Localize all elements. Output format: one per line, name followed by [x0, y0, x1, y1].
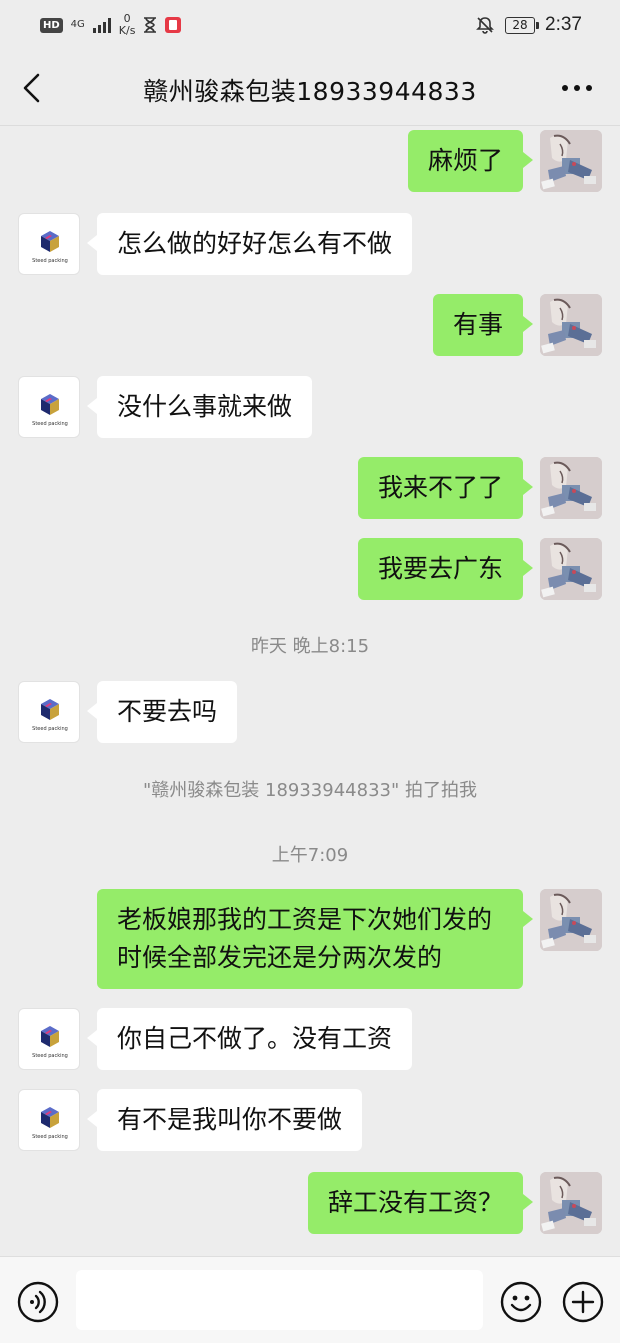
- chat-title: 赣州骏森包装18933944833: [143, 77, 477, 106]
- input-bar: [0, 1256, 620, 1343]
- contact-avatar[interactable]: Steed packing: [18, 1008, 80, 1070]
- steed-packing-logo-icon: Steed packing: [32, 394, 68, 427]
- svg-text:Steed packing: Steed packing: [32, 1134, 68, 1140]
- user-avatar-icon: [540, 1172, 602, 1234]
- my-avatar[interactable]: [540, 889, 602, 951]
- svg-text:Steed packing: Steed packing: [32, 258, 68, 264]
- hd-badge: HD: [40, 17, 63, 33]
- network-indicator: 4G: [71, 20, 85, 30]
- svg-text:Steed packing: Steed packing: [32, 726, 68, 732]
- user-avatar-icon: [540, 538, 602, 600]
- more-dots-icon: [562, 85, 568, 91]
- steed-packing-logo-icon: Steed packing: [32, 1026, 68, 1059]
- system-text: 上午7:09: [271, 845, 349, 866]
- message-input[interactable]: [76, 1270, 483, 1330]
- my-avatar[interactable]: [540, 294, 602, 356]
- contact-avatar[interactable]: Steed packing: [18, 681, 80, 743]
- message-bubble[interactable]: 麻烦了: [407, 130, 534, 192]
- chat-area[interactable]: 麻烦了 Steed packing 怎么做的好好怎么有不做 有事 Steed packi…: [0, 126, 620, 1256]
- message-bubble[interactable]: 辞工没有工资？: [307, 1172, 534, 1234]
- speed-unit: K/s: [118, 24, 136, 37]
- network-type: 4G: [70, 19, 85, 30]
- system-text: 昨天 晚上8:15: [250, 636, 370, 657]
- clock: 2:37: [545, 14, 582, 35]
- battery-icon: 28: [505, 16, 540, 34]
- message-bubble[interactable]: 不要去吗: [86, 681, 238, 743]
- user-avatar-icon: [540, 294, 602, 356]
- contact-avatar[interactable]: Steed packing: [18, 1089, 80, 1151]
- steed-packing-logo-icon: Steed packing: [32, 231, 68, 264]
- voice-icon: [17, 1281, 59, 1323]
- message-bubble[interactable]: 没什么事就来做: [86, 376, 313, 438]
- signal-icon: [92, 17, 111, 33]
- svg-text:Steed packing: Steed packing: [32, 1053, 68, 1059]
- user-avatar-icon: [540, 457, 602, 519]
- user-avatar-icon: [540, 130, 602, 192]
- steed-packing-logo-icon: Steed packing: [32, 699, 68, 732]
- svg-text:Steed packing: Steed packing: [32, 421, 68, 427]
- my-avatar[interactable]: [540, 457, 602, 519]
- message-bubble[interactable]: 有不是我叫你不要做: [86, 1089, 363, 1151]
- message-bubble[interactable]: 我来不了了: [357, 457, 534, 519]
- user-avatar-icon: [540, 889, 602, 951]
- app-notification-icon: [165, 17, 182, 33]
- steed-packing-logo-icon: Steed packing: [32, 1107, 68, 1140]
- hourglass-icon: [144, 17, 157, 33]
- chat-header: 赣州骏森包装18933944833: [0, 50, 620, 126]
- contact-avatar[interactable]: Steed packing: [18, 213, 80, 275]
- message-bubble[interactable]: 老板娘那我的工资是下次她们发的时候全部发完还是分两次发的: [97, 889, 533, 989]
- contact-avatar[interactable]: Steed packing: [18, 376, 80, 438]
- status-bar: HD 4G 0 K/s 28 2:37: [0, 0, 620, 50]
- message-bubble[interactable]: 怎么做的好好怎么有不做: [86, 213, 413, 275]
- network-speed: 0 K/s: [119, 13, 136, 37]
- message-bubble[interactable]: 有事: [432, 294, 534, 356]
- system-text: "赣州骏森包装 18933944833" 拍了拍我: [143, 780, 477, 801]
- plus-icon: [562, 1281, 604, 1323]
- emoji-button[interactable]: [500, 1281, 542, 1323]
- more-button[interactable]: [562, 78, 596, 98]
- plus-button[interactable]: [562, 1281, 604, 1323]
- voice-button[interactable]: [17, 1281, 59, 1323]
- message-bubble[interactable]: 你自己不做了。没有工资: [86, 1008, 413, 1070]
- my-avatar[interactable]: [540, 1172, 602, 1234]
- message-bubble[interactable]: 我要去广东: [357, 538, 534, 600]
- bell-muted-icon: [476, 17, 494, 34]
- my-avatar[interactable]: [540, 538, 602, 600]
- emoji-icon: [500, 1281, 542, 1323]
- my-avatar[interactable]: [540, 130, 602, 192]
